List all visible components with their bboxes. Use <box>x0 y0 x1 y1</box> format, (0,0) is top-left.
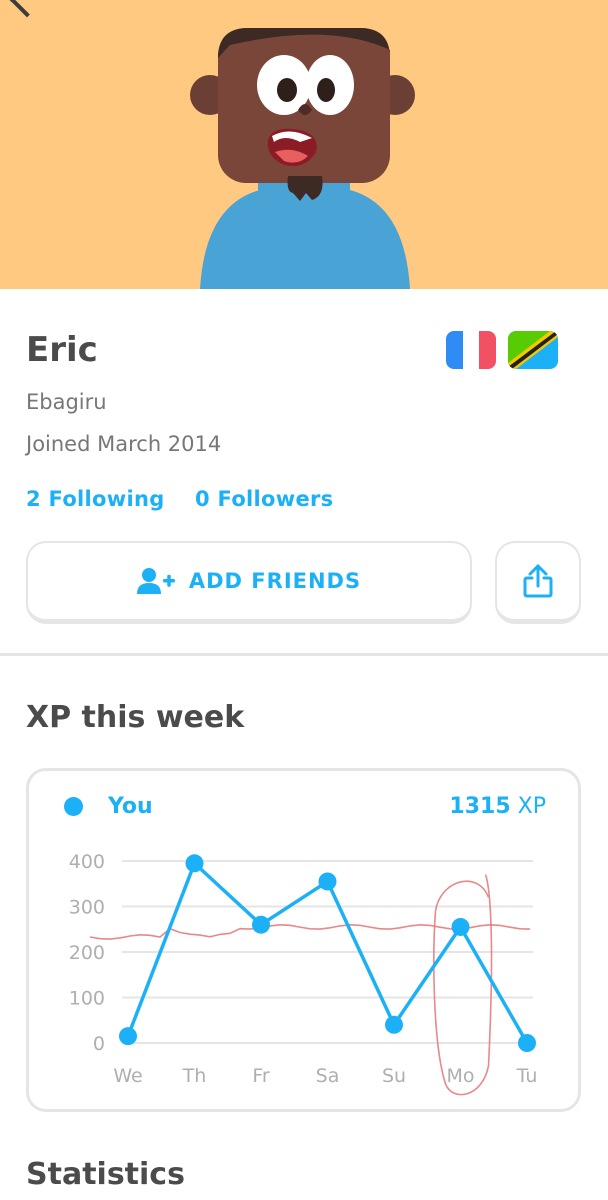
xp-line-chart: 0 100 200 300 400 We Th Fr Sa Su Mo Tu <box>69 851 538 1096</box>
x-tick-label: Tu <box>516 1065 538 1087</box>
data-point <box>119 1027 137 1046</box>
x-tick-label: We <box>113 1065 142 1087</box>
y-tick-label: 100 <box>69 988 105 1010</box>
annotation-circle <box>433 874 493 1096</box>
y-tick-label: 200 <box>69 942 105 964</box>
y-tick-label: 400 <box>69 851 105 873</box>
data-point <box>518 1034 536 1052</box>
x-tick-label: Sa <box>316 1065 340 1087</box>
x-tick-label: Su <box>382 1065 406 1087</box>
data-point <box>385 1015 403 1034</box>
x-tick-label: Fr <box>252 1065 270 1087</box>
x-tick-label: Th <box>182 1065 207 1087</box>
data-point <box>318 872 337 891</box>
y-tick-label: 0 <box>93 1033 105 1055</box>
data-point <box>451 917 470 936</box>
data-point <box>252 915 270 934</box>
statistics-title: Statistics <box>26 1157 185 1192</box>
x-tick-label: Mo <box>446 1065 474 1087</box>
data-point <box>185 854 204 873</box>
y-tick-label: 300 <box>69 897 105 919</box>
